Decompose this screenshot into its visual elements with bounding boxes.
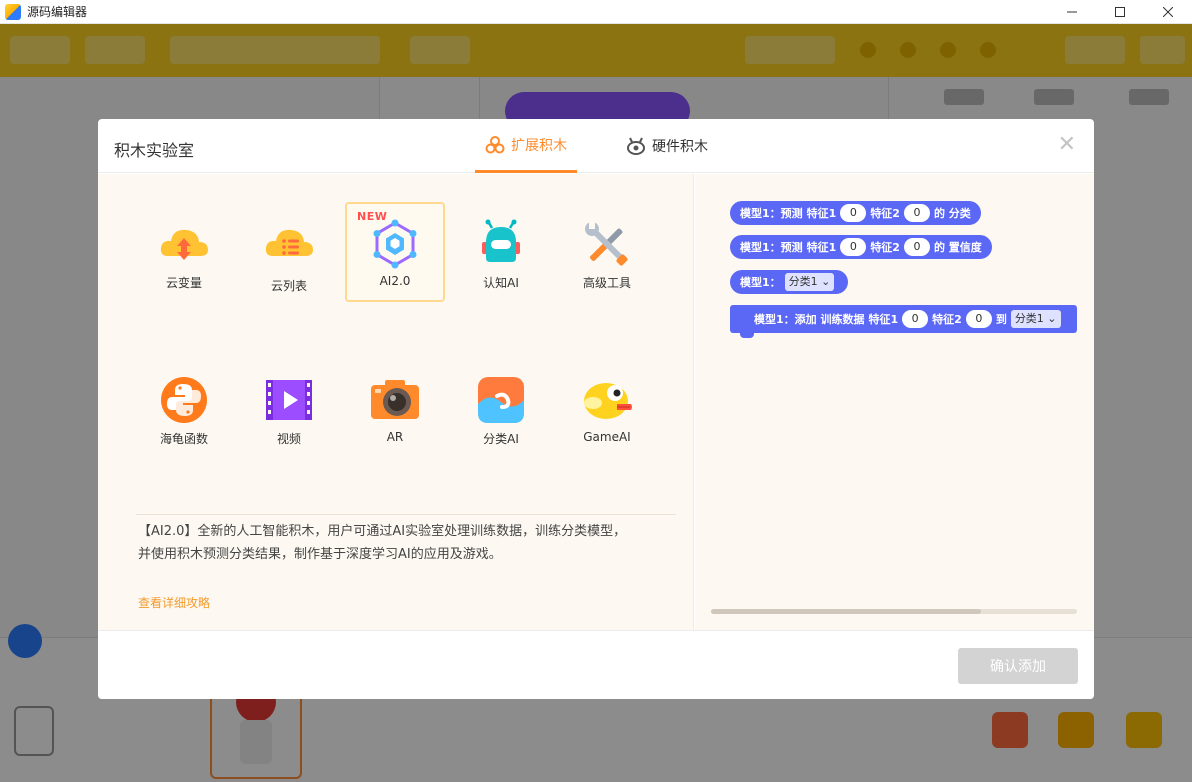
description-line-1: 【AI2.0】全新的人工智能积木，用户可通过AI实验室处理训练数据，训练分类模型… [138,524,627,539]
block-tail: 的 分类 [933,207,971,220]
extension-advanced-tools[interactable]: 高级工具 [557,204,657,304]
block-to-label: 到 [995,313,1007,326]
dialog-header: 积木实验室 扩展积木 硬件积木 ✕ [98,119,1094,173]
predict-class-block[interactable]: 模型1 ： 预测 特征1 0 特征2 0 的 分类 [730,201,981,225]
extension-label: 云列表 [270,279,307,293]
window-titlebar: 源码编辑器 [0,0,1192,24]
window-title: 源码编辑器 [27,5,88,19]
extension-label: 海龟函数 [159,432,208,446]
feature2-input[interactable]: 0 [965,310,992,328]
video-film-icon [266,380,312,420]
block-model-label: 模型1 [740,276,770,289]
app-logo-icon [5,3,21,20]
block-feature1-label: 特征1 [806,241,837,254]
dialog-title: 积木实验室 [114,141,195,160]
tab-hardware-blocks[interactable]: 硬件积木 [616,119,718,173]
dialog-footer: 确认添加 [98,630,1094,699]
maximize-icon [1115,7,1125,17]
model-class-block[interactable]: 模型1 ： 分类1 ⌄ [730,270,849,294]
block-tail: 的 置信度 [933,241,982,254]
block-feature2-label: 特征2 [932,313,962,326]
class-dropdown[interactable]: 分类1 ⌄ [784,273,835,291]
extension-cloud-variable[interactable]: 云变量 [134,204,234,304]
cloud-variable-icon [160,229,208,260]
extension-turtle-functions[interactable]: 海龟函数 [134,360,234,460]
extension-game-ai[interactable]: GameAI [557,360,657,460]
extension-ar[interactable]: AR [345,360,445,460]
extension-label: 高级工具 [582,276,631,290]
extension-cloud-list[interactable]: 云列表 [239,204,339,304]
block-verb: 预测 [780,207,803,220]
minimize-icon [1067,11,1077,13]
block-colon: ： [783,313,795,326]
wrench-screwdriver-icon [585,221,628,266]
feature2-input[interactable]: 0 [903,238,930,256]
minimize-button[interactable] [1048,0,1096,24]
camera-icon [371,380,419,419]
detailed-guide-link[interactable]: 查看详细攻略 [138,594,210,611]
extension-cognitive-ai[interactable]: 认知AI [451,204,551,304]
block-verb: 预测 [780,241,803,254]
window-close-button[interactable] [1144,0,1192,24]
block-colon: ： [769,276,781,289]
wave-swirl-icon [478,377,524,423]
cloud-list-icon [265,229,313,256]
block-verb: 添加 训练数据 [794,313,865,326]
extension-description: 【AI2.0】全新的人工智能积木，用户可通过AI实验室处理训练数据，训练分类模型… [138,520,668,566]
feature1-input[interactable]: 0 [840,238,867,256]
feature1-input[interactable]: 0 [902,310,929,328]
extension-label: 分类AI [483,432,519,446]
extension-grid-pane: 云变量 云列表 NEW AI2.0 认知AI 高级工具 海龟函数 视频 AR 分… [98,174,694,630]
predict-confidence-block[interactable]: 模型1 ： 预测 特征1 0 特征2 0 的 置信度 [730,235,992,259]
extension-video[interactable]: 视频 [239,360,339,460]
extension-label: GameAI [583,430,631,444]
feature1-input[interactable]: 0 [840,204,867,222]
block-feature1-label: 特征1 [806,207,837,220]
extension-ai2[interactable]: NEW AI2.0 [345,202,445,302]
robot-eye-icon [627,137,645,155]
block-lab-dialog: 积木实验室 扩展积木 硬件积木 ✕ 云变量 云列表 NEW AI2.0 认知AI… [98,119,1094,699]
description-line-2: 并使用积木预测分类结果，制作基于深度学习AI的应用及游戏。 [138,547,502,562]
robot-head-icon [482,219,520,262]
block-feature1-label: 特征1 [868,313,899,326]
feature2-input[interactable]: 0 [903,204,930,222]
block-colon: ： [769,241,781,254]
description-divider [136,514,676,515]
tab-hardware-blocks-label: 硬件积木 [652,139,708,155]
block-preview-pane: 模型1 ： 预测 特征1 0 特征2 0 的 分类 模型1 ： 预测 特征1 0… [695,174,1094,630]
add-training-data-block[interactable]: 模型1 ： 添加 训练数据 特征1 0 特征2 0 到 分类1 ⌄ [730,305,1077,338]
confirm-add-button[interactable]: 确认添加 [958,648,1078,684]
block-model-label: 模型1 [740,207,770,220]
window-close-icon [1163,7,1173,17]
scrollbar-thumb[interactable] [711,609,981,614]
maximize-button[interactable] [1096,0,1144,24]
tab-extension-blocks[interactable]: 扩展积木 [475,119,577,173]
class-dropdown[interactable]: 分类1 ⌄ [1010,310,1061,328]
python-icon [161,377,207,423]
extension-classification-ai[interactable]: 分类AI [451,360,551,460]
extension-label: 云变量 [165,276,202,290]
tab-extension-blocks-label: 扩展积木 [511,137,567,154]
extension-label: 认知AI [483,276,519,290]
close-icon: ✕ [1057,132,1076,157]
block-colon: ： [769,207,781,220]
dialog-close-button[interactable]: ✕ [1058,134,1076,156]
ai-network-icon [373,219,417,269]
extension-label: AR [386,430,404,444]
block-feature2-label: 特征2 [870,241,900,254]
extension-label: AI2.0 [379,274,411,288]
horizontal-scrollbar[interactable] [711,609,1077,614]
flappy-bird-icon [584,383,632,419]
hexagon-cluster-icon [485,135,505,153]
block-feature2-label: 特征2 [870,207,900,220]
block-notch [740,332,754,338]
block-model-label: 模型1 [740,241,770,254]
window-controls [1048,0,1192,24]
extension-label: 视频 [276,432,301,446]
block-model-label: 模型1 [754,313,784,326]
